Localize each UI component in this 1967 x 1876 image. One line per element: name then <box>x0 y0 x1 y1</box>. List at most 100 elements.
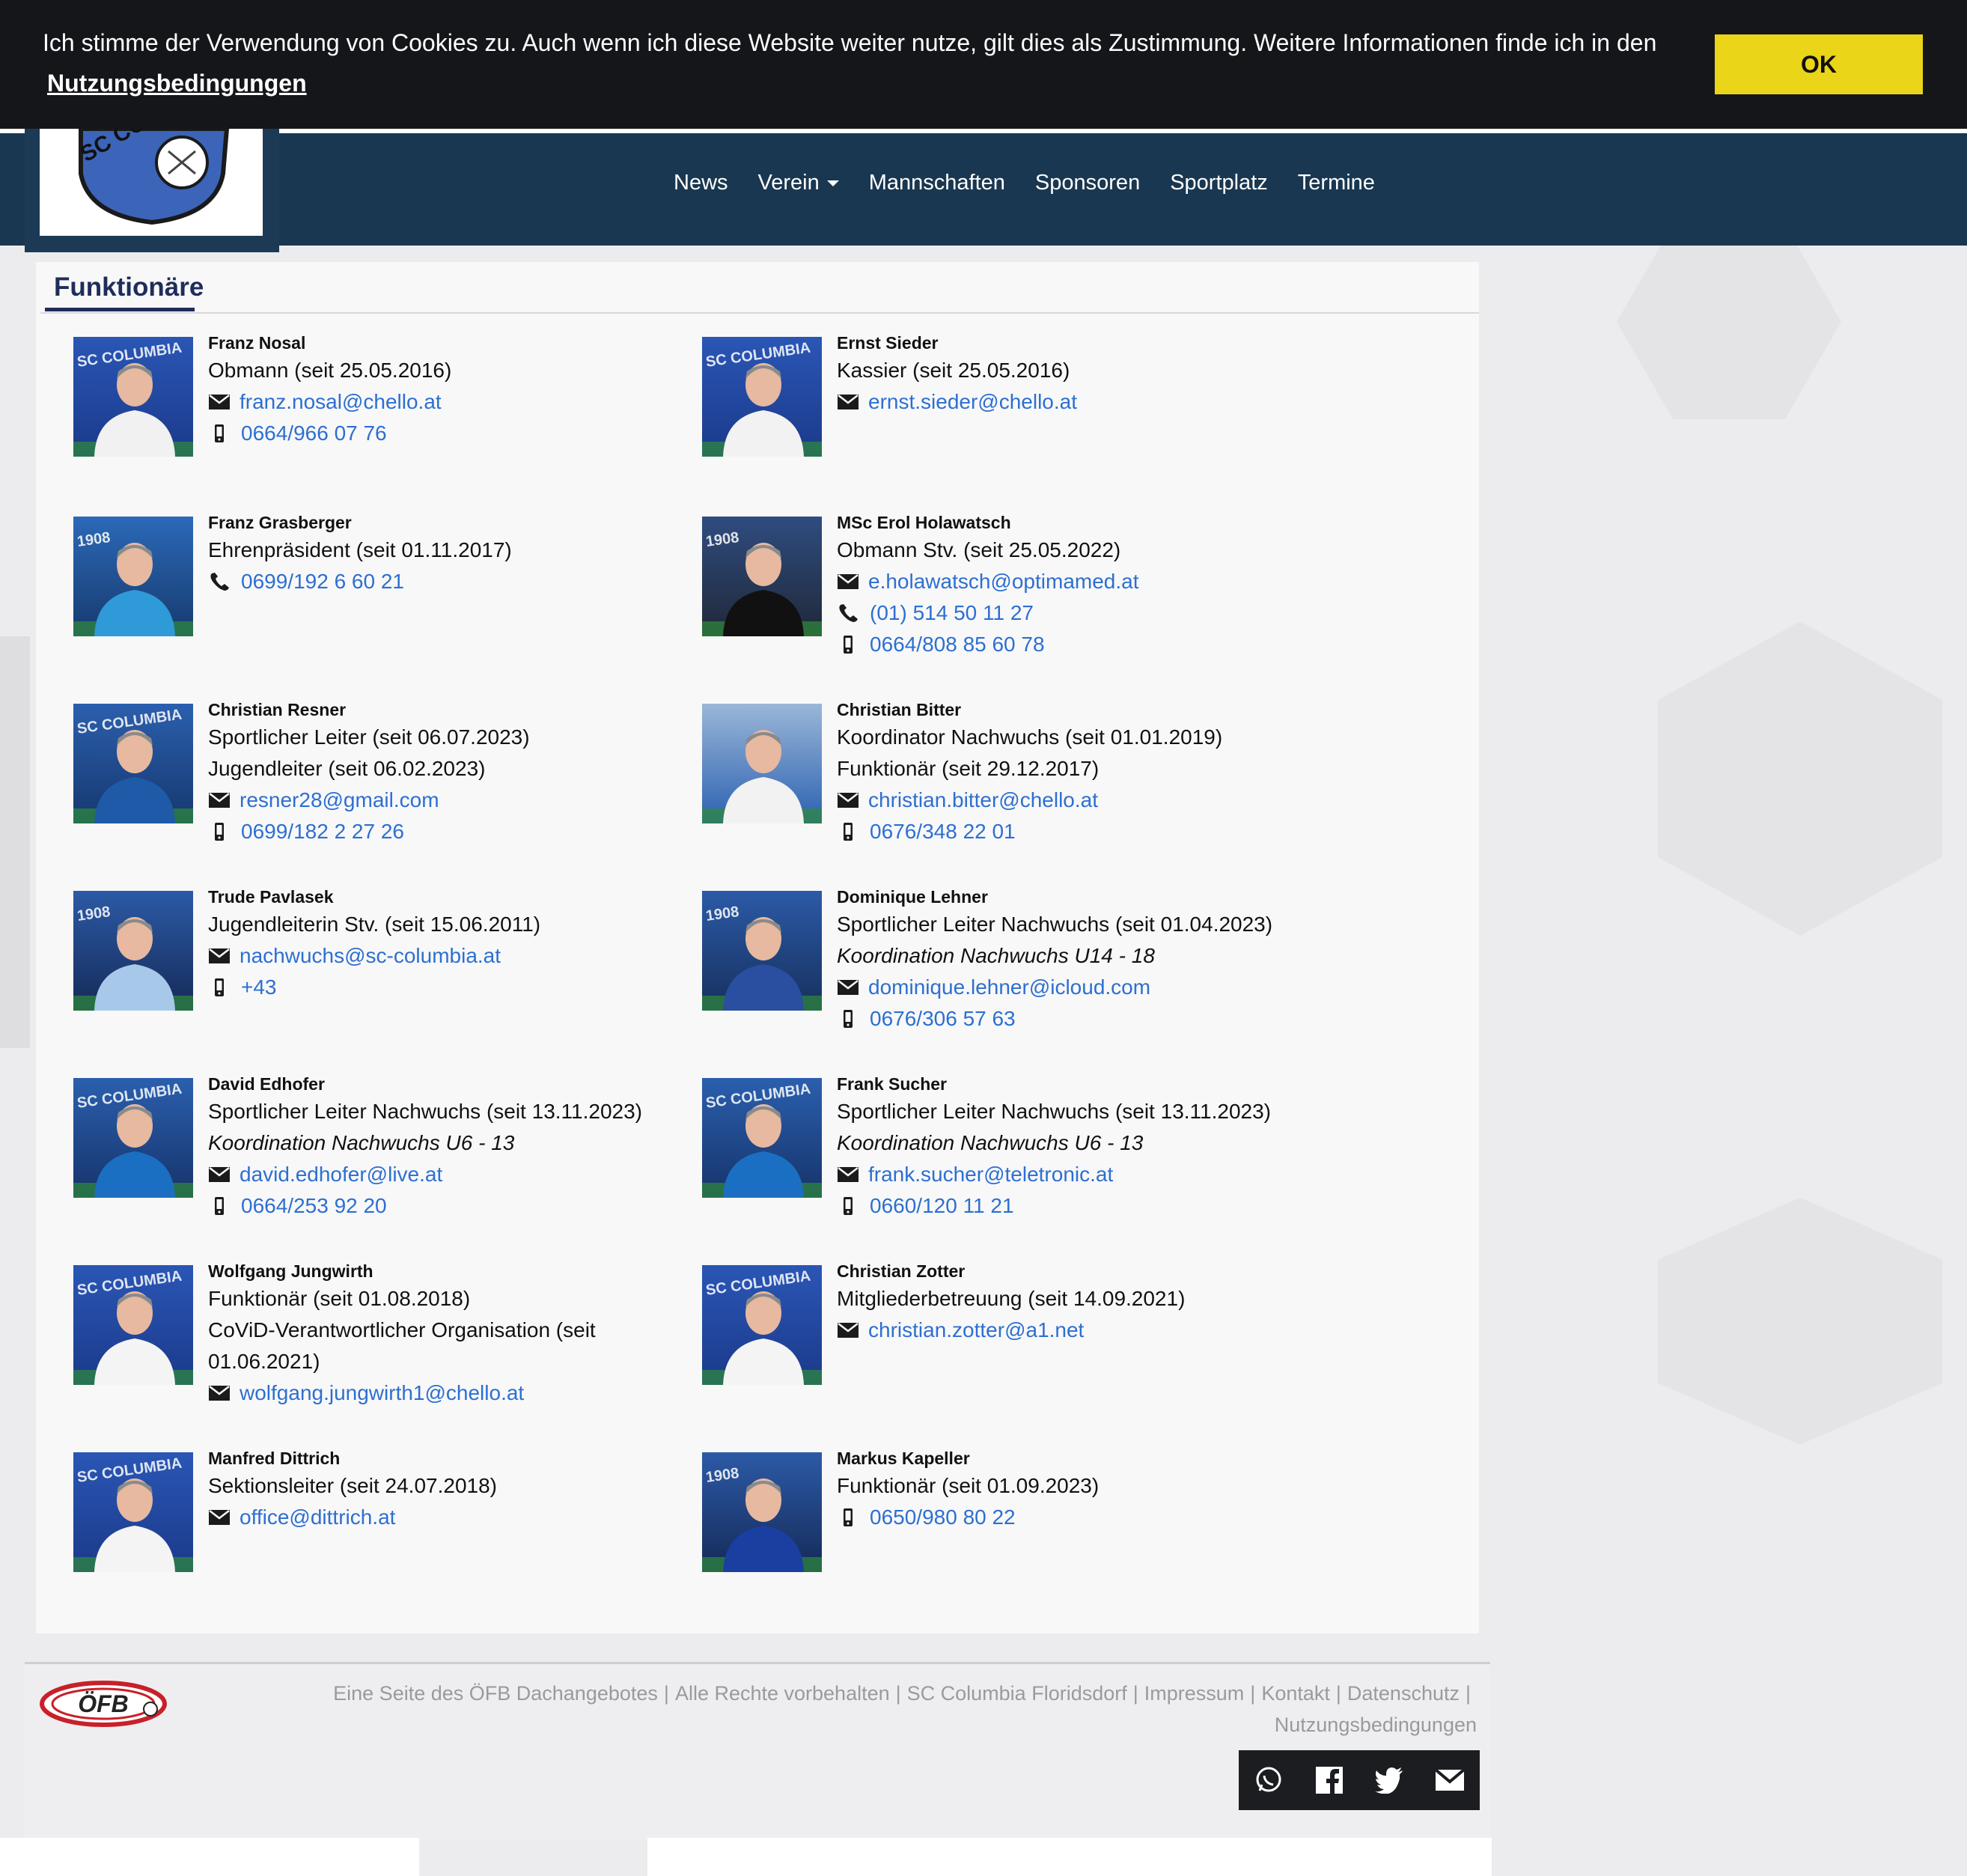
cookie-ok-button[interactable]: OK <box>1715 34 1923 94</box>
cookie-terms-link[interactable]: Nutzungsbedingungen <box>47 70 307 97</box>
mail-icon[interactable] <box>1434 1769 1465 1791</box>
social-bar <box>1239 1750 1480 1810</box>
content-card: Funktionäre SC COLUMBIA Franz Nosal Obman… <box>36 262 1479 1633</box>
mobile-link[interactable]: 0676/348 22 01 <box>870 816 1016 847</box>
section-header: Funktionäre <box>40 262 1479 314</box>
person-info: Markus Kapeller Funktionär (seit 01.09.20… <box>837 1446 1316 1533</box>
email-link[interactable]: e.holawatsch@optimamed.at <box>868 566 1139 597</box>
mobile-link[interactable]: +43 <box>241 972 277 1003</box>
email-row: dominique.lehner@icloud.com <box>837 972 1316 1003</box>
twitter-icon[interactable] <box>1374 1767 1404 1794</box>
email-icon <box>837 574 859 589</box>
person-role: Funktionär (seit 01.08.2018) <box>208 1287 471 1310</box>
mobile-link[interactable]: 0650/980 80 22 <box>870 1502 1016 1533</box>
mobile-link[interactable]: 0676/306 57 63 <box>870 1003 1016 1035</box>
person-role: Jugendleiter (seit 06.02.2023) <box>208 757 486 780</box>
email-link[interactable]: resner28@gmail.com <box>240 785 439 816</box>
nav-verein[interactable]: Verein <box>758 171 839 195</box>
mobile-icon <box>208 424 231 443</box>
person-role: Sportlicher Leiter (seit 06.07.2023) <box>208 725 530 749</box>
whatsapp-icon[interactable] <box>1254 1765 1284 1795</box>
footer-link[interactable]: Kontakt <box>1261 1682 1330 1705</box>
person-role: CoViD-Verantwortlicher Organisation (sei… <box>208 1318 596 1341</box>
email-link[interactable]: office@dittrich.at <box>240 1502 395 1533</box>
person-photo: SC COLUMBIA <box>73 1452 193 1572</box>
nav-sportplatz[interactable]: Sportplatz <box>1170 171 1268 195</box>
background-hexagon <box>1617 225 1841 419</box>
mobile-icon <box>208 1196 231 1216</box>
footer-link[interactable]: Impressum <box>1144 1682 1245 1705</box>
club-logo[interactable]: SC COL <box>25 129 279 252</box>
club-crest-icon: SC COL <box>76 129 230 225</box>
email-link[interactable]: wolfgang.jungwirth1@chello.at <box>240 1377 524 1409</box>
background-hexagon <box>1658 621 1942 936</box>
mobile-link[interactable]: 0699/182 2 27 26 <box>241 816 404 847</box>
page-title: Funktionäre <box>54 272 204 302</box>
footer-link[interactable]: Eine Seite des ÖFB Dachangebotes <box>333 1682 658 1705</box>
nav-mannschaften[interactable]: Mannschaften <box>869 171 1005 195</box>
phone-link[interactable]: (01) 514 50 11 27 <box>870 597 1034 629</box>
email-icon <box>208 1510 231 1525</box>
mobile-link[interactable]: 0664/966 07 76 <box>241 418 387 449</box>
nav-termine[interactable]: Termine <box>1298 171 1375 195</box>
mobile-row: 0676/306 57 63 <box>837 1003 1316 1035</box>
email-link[interactable]: dominique.lehner@icloud.com <box>868 972 1150 1003</box>
email-row: ernst.sieder@chello.at <box>837 386 1316 418</box>
person-photo: SC COLUMBIA <box>73 1265 193 1385</box>
email-link[interactable]: nachwuchs@sc-columbia.at <box>240 940 501 972</box>
email-row: nachwuchs@sc-columbia.at <box>208 940 687 972</box>
person-info: Wolfgang Jungwirth Funktionär (seit 01.08… <box>208 1259 687 1409</box>
mobile-link[interactable]: 0660/120 11 21 <box>870 1190 1014 1222</box>
person-note: Koordination Nachwuchs U14 - 18 <box>837 944 1155 967</box>
email-link[interactable]: christian.zotter@a1.net <box>868 1315 1084 1346</box>
email-icon <box>837 1167 859 1182</box>
mobile-icon <box>208 978 231 997</box>
person-role: Obmann (seit 25.05.2016) <box>208 359 452 382</box>
person-photo: 1908 <box>702 891 822 1011</box>
mobile-icon <box>837 1009 859 1029</box>
person-note: Koordination Nachwuchs U6 - 13 <box>208 1131 515 1154</box>
cookie-message: Ich stimme der Verwendung von Cookies zu… <box>43 29 1657 56</box>
person-name: Franz Grasberger <box>208 513 352 532</box>
person-photo: SC COLUMBIA <box>702 1078 822 1198</box>
email-link[interactable]: frank.sucher@teletronic.at <box>868 1159 1113 1190</box>
mobile-link[interactable]: 0664/808 85 60 78 <box>870 629 1045 660</box>
nav-sponsoren[interactable]: Sponsoren <box>1035 171 1140 195</box>
phone-link[interactable]: 0699/192 6 60 21 <box>241 566 404 597</box>
person-role: Sportlicher Leiter Nachwuchs (seit 13.11… <box>837 1100 1272 1123</box>
email-icon <box>208 1386 231 1401</box>
footer-link[interactable]: Datenschutz <box>1347 1682 1460 1705</box>
person-info: Frank Sucher Sportlicher Leiter Nachwuchs… <box>837 1072 1316 1222</box>
nav-news[interactable]: News <box>674 171 728 195</box>
bottom-strip <box>0 1838 419 1876</box>
email-row: frank.sucher@teletronic.at <box>837 1159 1316 1190</box>
person-name: Wolfgang Jungwirth <box>208 1261 373 1281</box>
footer-link[interactable]: Alle Rechte vorbehalten <box>675 1682 890 1705</box>
person-photo <box>702 704 822 823</box>
person-photo: SC COLUMBIA <box>73 1078 193 1198</box>
email-icon <box>837 793 859 808</box>
email-row: franz.nosal@chello.at <box>208 386 687 418</box>
person-photo: 1908 <box>73 891 193 1011</box>
nav-termine-label: Termine <box>1297 171 1375 195</box>
email-icon <box>208 793 231 808</box>
email-link[interactable]: ernst.sieder@chello.at <box>868 386 1077 418</box>
footer-separator: | <box>663 1682 669 1705</box>
email-link[interactable]: franz.nosal@chello.at <box>240 386 442 418</box>
facebook-icon[interactable] <box>1314 1765 1344 1795</box>
person-role: Koordinator Nachwuchs (seit 01.01.2019) <box>837 725 1223 749</box>
bottom-strip <box>647 1838 1492 1876</box>
email-row: david.edhofer@live.at <box>208 1159 687 1190</box>
ofb-logo[interactable]: ÖFB <box>40 1678 171 1730</box>
email-link[interactable]: christian.bitter@chello.at <box>868 785 1098 816</box>
email-icon <box>837 1323 859 1338</box>
person-name: Franz Nosal <box>208 333 306 353</box>
footer-link[interactable]: SC Columbia Floridsdorf <box>907 1682 1127 1705</box>
person-role: 01.06.2021) <box>208 1350 320 1373</box>
mobile-link[interactable]: 0664/253 92 20 <box>241 1190 387 1222</box>
phone-row: (01) 514 50 11 27 <box>837 597 1316 629</box>
email-row: christian.zotter@a1.net <box>837 1315 1316 1346</box>
footer-link[interactable]: Nutzungsbedingungen <box>1275 1714 1477 1736</box>
person-name: Trude Pavlasek <box>208 887 334 907</box>
email-link[interactable]: david.edhofer@live.at <box>240 1159 442 1190</box>
